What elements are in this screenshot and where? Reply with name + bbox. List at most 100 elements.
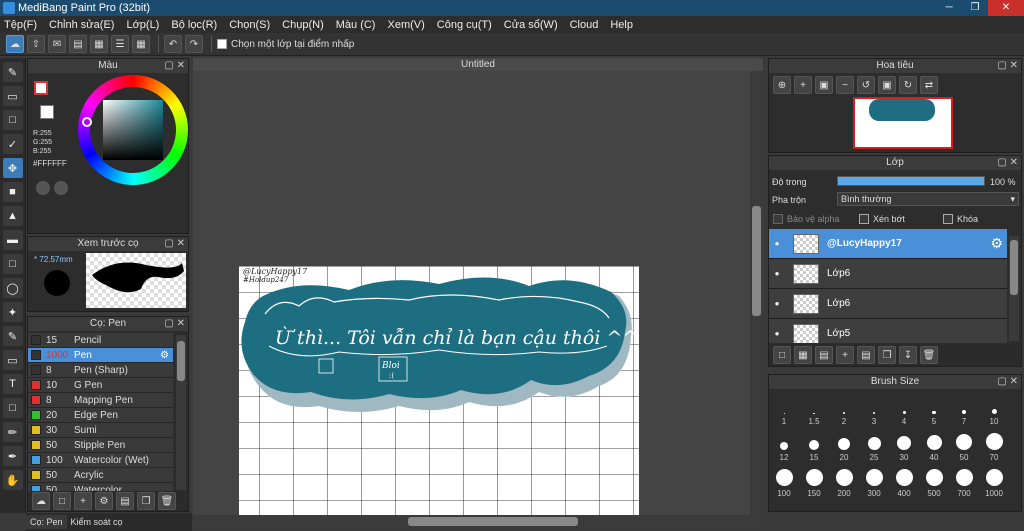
select-layer-checkbox[interactable] [217,39,227,49]
brush-size-option[interactable]: 7 [949,391,979,427]
cloud-brush-icon[interactable]: ☁ [32,492,50,510]
duplicate-layer-icon[interactable]: ❐ [878,346,896,364]
brush-list-scrollbar[interactable] [176,335,186,490]
eyedropper-icon[interactable]: ✏ [2,422,23,442]
brush-size-option[interactable]: 20 [829,427,859,463]
add-layer-menu-icon[interactable]: + [836,346,854,364]
navigator-thumbnail[interactable] [853,97,953,149]
brush-item[interactable]: 8 Mapping Pen [28,393,173,408]
tab-brush-control[interactable]: Kiểm soát cọ [67,515,127,529]
merge-layer-icon[interactable]: ↧ [899,346,917,364]
panel-close-icon[interactable]: ▢ ✕ [997,59,1018,73]
gradient-tool-icon[interactable]: ▬ [2,230,23,250]
brush-size-option[interactable]: 50 [949,427,979,463]
close-button[interactable]: ✕ [988,0,1024,16]
upload-icon[interactable]: ⇧ [27,35,45,53]
select-pen-icon[interactable]: ✎ [2,326,23,346]
hand-tool-icon[interactable]: ✋ [2,470,23,490]
brush-size-option[interactable]: 1000 [979,463,1009,499]
redo-icon[interactable]: ↷ [185,35,203,53]
lasso-tool-icon[interactable]: ◯ [2,278,23,298]
menu-snap[interactable]: Chụp(N) [282,19,324,31]
menu-window[interactable]: Cửa sổ(W) [504,19,558,31]
saturation-square[interactable] [103,100,163,160]
brush-item[interactable]: 50 Stipple Pen [28,438,173,453]
brush-size-option[interactable]: 15 [799,427,829,463]
visibility-eye-icon[interactable]: ● [769,299,785,308]
flip-icon[interactable]: ⇄ [920,76,938,94]
pen-tool-icon[interactable]: ✒ [2,446,23,466]
text-tool-icon[interactable]: T [2,374,23,394]
protect-alpha-checkbox[interactable] [773,214,783,224]
select-eraser-icon[interactable]: ▭ [2,350,23,370]
brush-size-option[interactable]: 1.5 [799,391,829,427]
canvas-vertical-scrollbar[interactable] [750,71,763,515]
protect-alpha-option[interactable]: Bảo vệ alpha [773,214,840,224]
brush-size-option[interactable]: 200 [829,463,859,499]
brush-size-option[interactable]: 1 [769,391,799,427]
menu-help[interactable]: Help [610,19,633,31]
new-layer-icon[interactable]: □ [773,346,791,364]
comment-icon[interactable]: ✉ [48,35,66,53]
panel-close-icon[interactable]: ▢ ✕ [164,317,185,331]
brush-settings-icon[interactable]: ⚙ [95,492,113,510]
brush-item[interactable]: 10 G Pen [28,378,173,393]
brush-size-option[interactable]: 3 [859,391,889,427]
tab-brush[interactable]: Cọ: Pen [26,515,67,529]
canvas-horizontal-scrollbar[interactable] [193,515,763,528]
panel-close-icon[interactable]: ▢ ✕ [997,156,1018,170]
hue-handle[interactable] [82,117,92,127]
brush-item[interactable]: 20 Edge Pen [28,408,173,423]
add-brush-icon[interactable]: + [74,492,92,510]
rotate-left-icon[interactable]: ↺ [857,76,875,94]
undo-icon[interactable]: ↶ [164,35,182,53]
move-tool-icon[interactable]: ✥ [2,158,23,178]
folder-icon[interactable]: ▤ [116,492,134,510]
brush-size-option[interactable]: 70 [979,427,1009,463]
brush-size-option[interactable]: 40 [919,427,949,463]
brush-item[interactable]: 50 Acrylic [28,468,173,483]
color-wheel[interactable] [78,75,188,185]
clipping-checkbox[interactable] [859,214,869,224]
document-icon[interactable]: ▦ [90,35,108,53]
layer-row[interactable]: ● Lớp5 [769,319,1007,343]
brush-size-option[interactable]: 30 [889,427,919,463]
select-rect-icon[interactable]: □ [2,254,23,274]
brush-tool-icon[interactable]: ✎ [2,62,23,82]
layer-row[interactable]: ● Lớp6 [769,289,1007,319]
new-1bit-layer-icon[interactable]: ▤ [815,346,833,364]
brush-size-option[interactable]: 4 [889,391,919,427]
minimize-button[interactable]: ─ [936,0,962,16]
visibility-eye-icon[interactable]: ● [769,239,785,248]
clipping-option[interactable]: Xén bớt [859,214,905,224]
actual-size-icon[interactable]: ▣ [878,76,896,94]
menu-select[interactable]: Chọn(S) [229,19,270,31]
duplicate-brush-icon[interactable]: ❐ [137,492,155,510]
chat-icon[interactable]: ▤ [69,35,87,53]
fit-window-icon[interactable]: ▣ [815,76,833,94]
eraser-tool-icon[interactable]: ▭ [2,86,23,106]
brush-size-option[interactable]: 100 [769,463,799,499]
magic-wand-icon[interactable]: ✦ [2,302,23,322]
lock-checkbox[interactable] [943,214,953,224]
brush-size-option[interactable]: 300 [859,463,889,499]
maximize-button[interactable]: ❐ [962,0,988,16]
brush-size-option[interactable]: 25 [859,427,889,463]
brush-size-option[interactable]: 12 [769,427,799,463]
zoom-out-icon[interactable]: − [836,76,854,94]
bucket-tool-icon[interactable]: ▲ [2,206,23,226]
menu-cloud[interactable]: Cloud [570,19,599,31]
gear-icon[interactable]: ⚙ [160,350,169,361]
new-halftone-layer-icon[interactable]: ▦ [794,346,812,364]
rectangle-tool-icon[interactable]: □ [2,110,23,130]
brush-item[interactable]: 30 Sumi [28,423,173,438]
panel-close-icon[interactable]: ▢ ✕ [164,237,185,251]
visibility-eye-icon[interactable]: ● [769,269,785,278]
lock-option[interactable]: Khóa [943,214,978,224]
brush-item[interactable]: 15 Pencil [28,333,173,348]
visibility-eye-icon[interactable]: ● [769,329,785,338]
fill-rectangle-icon[interactable]: ■ [2,182,23,202]
line-tool-icon[interactable]: ✓ [2,134,23,154]
brush-size-option[interactable]: 150 [799,463,829,499]
gear-icon[interactable]: ⚙ [990,235,1003,252]
